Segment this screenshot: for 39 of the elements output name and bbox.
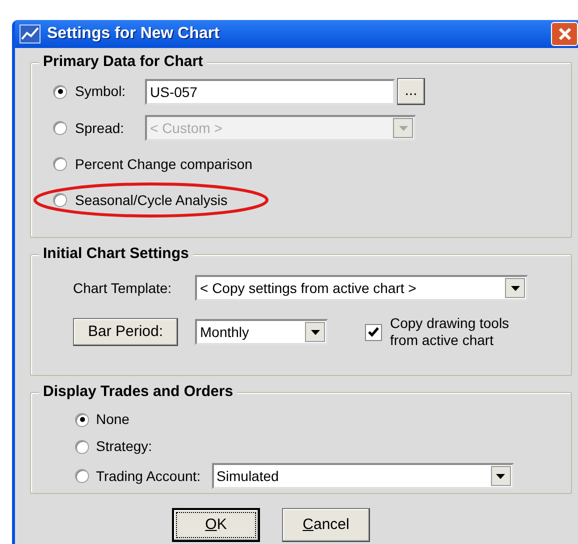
option-label: Strategy:: [96, 437, 152, 456]
radio-button[interactable]: [53, 157, 67, 171]
dropdown-field[interactable]: < Copy settings from active chart >: [195, 275, 528, 301]
bar-period-button[interactable]: Bar Period:: [73, 318, 178, 346]
group-title: Initial Chart Settings: [39, 244, 193, 264]
dialog-button[interactable]: OK: [172, 508, 260, 542]
symbol-input[interactable]: US-057: [145, 78, 395, 104]
dropdown-button[interactable]: [490, 466, 511, 486]
option-label: Symbol:: [75, 82, 127, 101]
checkmark-icon: [368, 327, 379, 337]
radio-button[interactable]: [75, 469, 89, 483]
close-button[interactable]: [551, 22, 578, 46]
option-label: Seasonal/Cycle Analysis: [75, 190, 228, 210]
dialog-button[interactable]: Cancel: [282, 508, 370, 542]
radio-button[interactable]: [53, 84, 67, 98]
option-label: Percent Change comparison: [75, 154, 252, 174]
radio-button[interactable]: [75, 412, 89, 426]
dropdown-field[interactable]: Simulated: [212, 463, 514, 489]
option-label: Trading Account:: [96, 466, 201, 486]
dropdown-arrow-icon: [496, 474, 506, 478]
dropdown-button[interactable]: [305, 322, 325, 342]
dropdown-field[interactable]: Monthly: [195, 319, 328, 345]
radio-button[interactable]: [75, 440, 89, 454]
window-title: Settings for New Chart: [47, 24, 220, 44]
close-icon: [558, 27, 572, 41]
group-title: Primary Data for Chart: [39, 52, 208, 72]
chart-icon: [19, 24, 41, 44]
checkbox-label: Copy drawing tools from active chart: [390, 315, 510, 349]
dropdown-button[interactable]: [505, 278, 525, 298]
browse-button[interactable]: ...: [397, 78, 425, 105]
group-title: Display Trades and Orders: [39, 382, 238, 402]
option-label: Spread:: [75, 118, 126, 138]
dropdown-arrow-icon: [398, 126, 408, 130]
checkbox[interactable]: [365, 324, 382, 340]
option-label: None: [96, 410, 130, 429]
field-label: Chart Template:: [73, 278, 173, 298]
dropdown-arrow-icon: [510, 286, 520, 290]
radio-button[interactable]: [53, 193, 67, 207]
dropdown-arrow-icon: [310, 330, 320, 334]
